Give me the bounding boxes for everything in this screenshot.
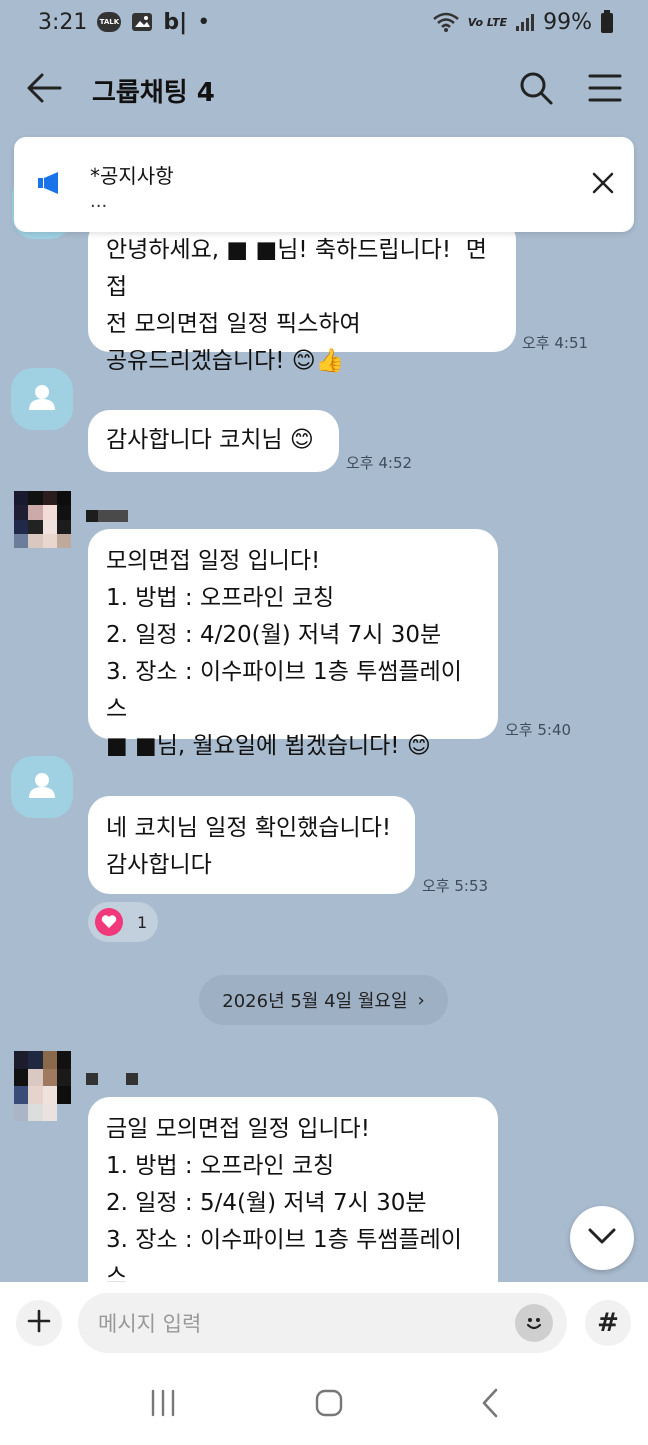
signal-icon (515, 12, 535, 32)
message-input-bar: 메시지 입력 # (0, 1282, 648, 1364)
volte-icon: Vo LTE (467, 15, 508, 29)
notice-title: *공지사항 (90, 164, 174, 188)
hash-icon: # (597, 1308, 619, 1338)
chevron-down-icon (588, 1228, 616, 1248)
plus-icon (27, 1309, 51, 1337)
notice-detail: ... (90, 191, 108, 212)
battery-percent: 99% (543, 9, 592, 35)
date-divider[interactable]: 2026년 5월 4일 월요일 › (199, 975, 448, 1025)
heart-icon (95, 908, 123, 936)
sender-name (86, 505, 128, 522)
menu-icon[interactable] (588, 73, 622, 107)
message-bubble[interactable]: 네 코치님 일정 확인했습니다! 감사합니다 (88, 796, 415, 894)
emoticon-button[interactable] (515, 1304, 553, 1342)
back-arrow-icon[interactable] (26, 72, 62, 108)
megaphone-icon (36, 169, 64, 201)
message-bubble[interactable]: 안녕하세요, ■ ■님! 축하드립니다! 면접 전 모의면접 일정 픽스하여 공… (88, 218, 516, 374)
sender-name (86, 1068, 138, 1085)
status-time: 3:21 (38, 9, 88, 35)
close-icon[interactable] (592, 172, 614, 198)
home-icon[interactable] (314, 1388, 344, 1422)
avatar[interactable] (14, 491, 71, 548)
default-profile-icon (27, 770, 57, 804)
reaction-chip[interactable]: 1 (88, 902, 158, 942)
default-profile-icon (27, 382, 57, 416)
talk-notification-icon: TALK (97, 12, 122, 32)
wifi-icon (432, 11, 460, 33)
app-indicator: b| (163, 9, 188, 35)
chat-area[interactable]: 안녕하세요, ■ ■님! 축하드립니다! 면접 전 모의면접 일정 픽스하여 공… (0, 136, 648, 1282)
message-input-placeholder: 메시지 입력 (98, 1312, 202, 1336)
message-time: 오후 4:51 (522, 334, 589, 352)
message-bubble[interactable]: 금일 모의면접 일정 입니다! 1. 방법 : 오프라인 코칭 2. 일정 : … (88, 1097, 498, 1282)
chat-title: 그룹채팅 4 (92, 77, 215, 108)
message-time: 오후 4:52 (346, 454, 413, 472)
back-icon[interactable] (480, 1387, 500, 1423)
status-bar: 3:21 TALK b| • Vo LTE 99% (0, 0, 648, 44)
message-bubble[interactable]: 모의면접 일정 입니다! 1. 방법 : 오프라인 코칭 2. 일정 : 4/2… (88, 529, 498, 759)
notice-banner[interactable]: *공지사항 ... (14, 137, 634, 232)
recent-apps-icon[interactable] (148, 1389, 178, 1421)
message-bubble[interactable]: 감사합니다 코치님 😊 (88, 410, 339, 472)
message-input[interactable]: 메시지 입력 (78, 1293, 567, 1353)
message-time: 오후 5:40 (505, 721, 572, 739)
status-dot: • (197, 9, 211, 35)
avatar[interactable] (11, 756, 73, 818)
avatar[interactable] (11, 368, 73, 430)
search-icon[interactable] (518, 70, 554, 110)
chat-header: 그룹채팅 4 (0, 44, 648, 136)
battery-icon (600, 10, 614, 34)
reaction-count: 1 (137, 912, 148, 932)
hashtag-search-button[interactable]: # (585, 1300, 631, 1346)
avatar[interactable] (14, 1051, 71, 1121)
image-notification-icon (131, 12, 153, 32)
date-label: 2026년 5월 4일 월요일 (222, 991, 408, 1012)
add-attachment-button[interactable] (16, 1300, 62, 1346)
chevron-right-icon: › (417, 989, 425, 1011)
message-time: 오후 5:53 (422, 877, 489, 895)
scroll-to-bottom-button[interactable] (570, 1206, 634, 1270)
system-navigation-bar (0, 1364, 648, 1445)
